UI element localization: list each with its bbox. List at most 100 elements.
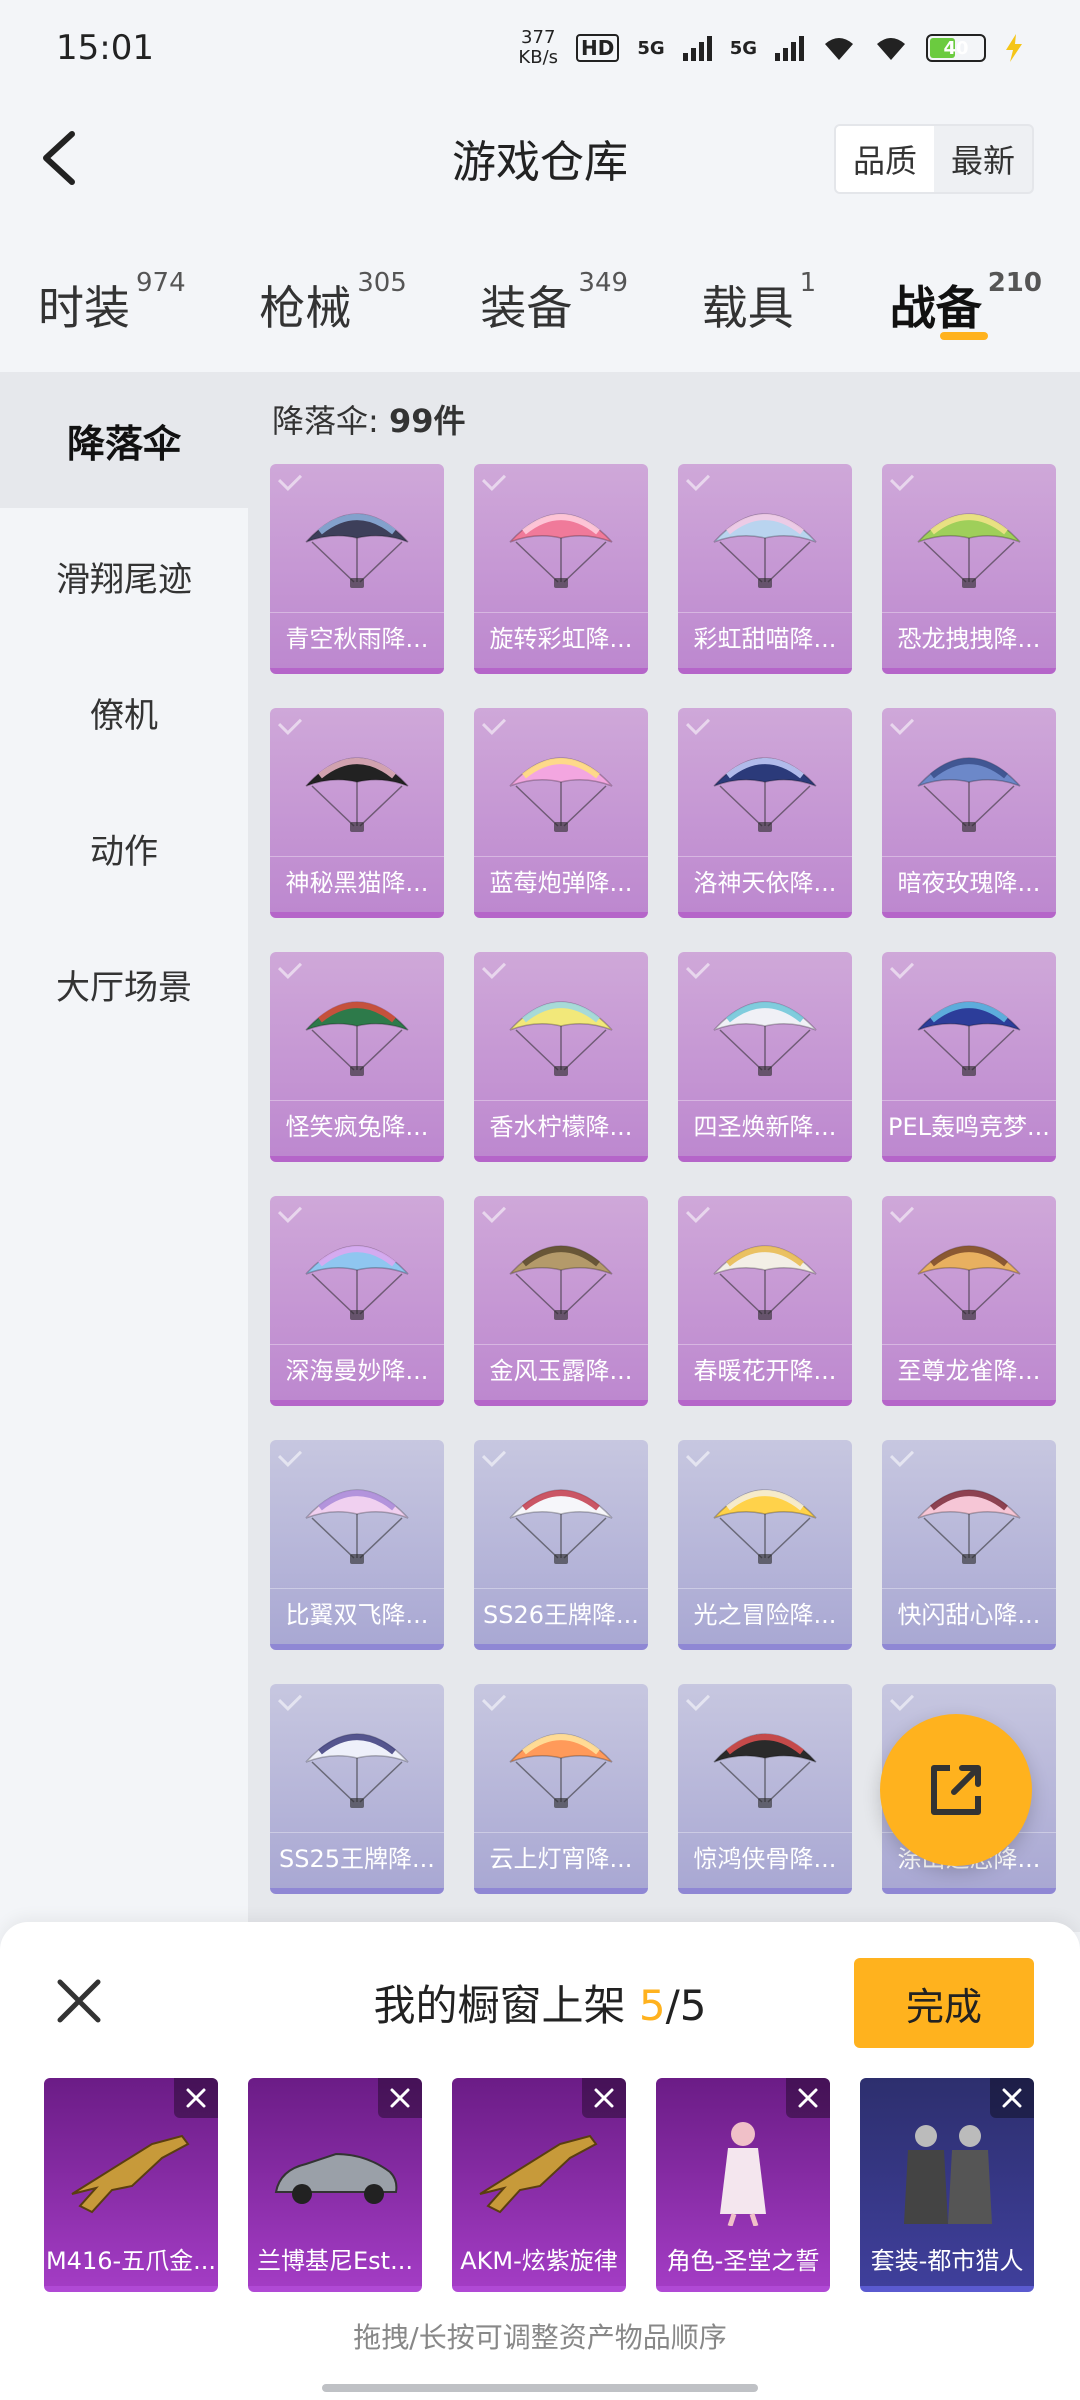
status-time: 15:01	[56, 28, 154, 68]
parachute-name: 旋转彩虹降...	[474, 612, 648, 660]
sort-quality-button[interactable]: 品质	[836, 126, 934, 192]
sidebar-item-wingman[interactable]: 僚机	[0, 644, 248, 780]
check-icon	[481, 1198, 507, 1224]
sidebar-item-emote[interactable]: 动作	[0, 780, 248, 916]
remove-icon[interactable]	[582, 2078, 626, 2118]
check-icon	[685, 466, 711, 492]
check-icon	[277, 1198, 303, 1224]
check-icon	[277, 1442, 303, 1468]
done-button[interactable]: 完成	[854, 1958, 1034, 2048]
showcase-item[interactable]: AKM-炫紫旋律	[452, 2078, 626, 2292]
parachute-card[interactable]: 香水柠檬降...	[474, 952, 648, 1162]
parachute-card[interactable]: 光之冒险降...	[678, 1440, 852, 1650]
category-tabs: 时装 974 枪械 305 装备 349 载具 1 战备 210	[0, 250, 1080, 370]
parachute-name: 春暖花开降...	[678, 1344, 852, 1392]
check-icon	[889, 466, 915, 492]
showcase-item-name: 套装-都市猎人	[870, 2247, 1024, 2275]
battery-icon: 40	[926, 34, 986, 62]
check-icon	[277, 466, 303, 492]
header: 游戏仓库 品质 最新	[0, 96, 1080, 222]
sidebar-item-lobby-scene[interactable]: 大厅场景	[0, 916, 248, 1052]
parachute-icon	[713, 1733, 817, 1808]
parachute-card[interactable]: 云上灯宵降...	[474, 1684, 648, 1894]
sort-toggle: 品质 最新	[834, 124, 1034, 194]
share-button[interactable]	[880, 1714, 1032, 1866]
tab-fashion[interactable]: 时装 974	[38, 250, 186, 350]
signal-icon-2	[775, 35, 804, 61]
parachute-card[interactable]: PEL轰鸣竞梦...	[882, 952, 1056, 1162]
parachute-card[interactable]: 快闪甜心降...	[882, 1440, 1056, 1650]
parachute-name: SS26王牌降...	[474, 1588, 648, 1636]
parachute-card[interactable]: 四圣焕新降...	[678, 952, 852, 1162]
parachute-name: 洛神天依降...	[678, 856, 852, 904]
parachute-card[interactable]: 比翼双飞降...	[270, 1440, 444, 1650]
parachute-card[interactable]: 怪笑疯兔降...	[270, 952, 444, 1162]
check-icon	[277, 1686, 303, 1712]
remove-icon[interactable]	[990, 2078, 1034, 2118]
parachute-card[interactable]: 深海曼妙降...	[270, 1196, 444, 1406]
parachute-card[interactable]: 金风玉露降...	[474, 1196, 648, 1406]
showcase-item[interactable]: 套装-都市猎人	[860, 2078, 1034, 2292]
showcase-item-name: M416-五爪金...	[45, 2247, 217, 2275]
parachute-name: 怪笑疯兔降...	[270, 1100, 444, 1148]
parachute-icon	[509, 757, 613, 832]
parachute-icon	[509, 1733, 613, 1808]
item-grid: 青空秋雨降... 旋转彩虹降... 彩虹甜喵降... 恐龙拽拽降... 神秘黑猫降...…	[270, 464, 1056, 1894]
parachute-icon	[305, 1245, 409, 1320]
parachute-card[interactable]: 恐龙拽拽降...	[882, 464, 1056, 674]
sidebar-item-parachute[interactable]: 降落伞	[0, 372, 248, 508]
check-icon	[277, 954, 303, 980]
showcase-item[interactable]: M416-五爪金...	[44, 2078, 218, 2292]
parachute-card[interactable]: 至尊龙雀降...	[882, 1196, 1056, 1406]
parachute-card[interactable]: 洛神天依降...	[678, 708, 852, 918]
parachute-card[interactable]: 惊鸿侠骨降...	[678, 1684, 852, 1894]
parachute-name: 惊鸿侠骨降...	[678, 1832, 852, 1880]
check-icon	[685, 1198, 711, 1224]
showcase-item[interactable]: 角色-圣堂之誓	[656, 2078, 830, 2292]
parachute-icon	[509, 1489, 613, 1564]
remove-icon[interactable]	[174, 2078, 218, 2118]
parachute-card[interactable]: 春暖花开降...	[678, 1196, 852, 1406]
status-bar: 15:01 377 KB/s HD 5G 5G 40	[0, 0, 1080, 96]
net-speed: 377 KB/s	[518, 27, 559, 68]
parachute-icon	[509, 513, 613, 588]
tab-battle-gear[interactable]: 战备 210	[890, 250, 1042, 350]
check-icon	[889, 954, 915, 980]
car-icon	[274, 2152, 398, 2204]
parachute-name: 彩虹甜喵降...	[678, 612, 852, 660]
check-icon	[481, 466, 507, 492]
tab-equipment[interactable]: 装备 349	[480, 250, 628, 350]
parachute-icon	[917, 1001, 1021, 1076]
rifle-icon	[479, 2134, 598, 2214]
parachute-card[interactable]: 蓝莓炮弹降...	[474, 708, 648, 918]
tab-vehicles[interactable]: 载具 1	[702, 250, 817, 350]
tab-firearms[interactable]: 枪械 305	[259, 250, 407, 350]
check-icon	[481, 954, 507, 980]
showcase-item[interactable]: 兰博基尼Est...	[248, 2078, 422, 2292]
sidebar-item-glide-trail[interactable]: 滑翔尾迹	[0, 508, 248, 644]
showcase-sheet: 我的橱窗上架 5/5 完成 M416-五爪金... 兰博基尼Est... AKM-炫…	[0, 1922, 1080, 2400]
parachute-icon	[713, 513, 817, 588]
parachute-icon	[713, 1489, 817, 1564]
parachute-card[interactable]: 青空秋雨降...	[270, 464, 444, 674]
parachute-card[interactable]: 神秘黑猫降...	[270, 708, 444, 918]
parachute-icon	[917, 513, 1021, 588]
parachute-icon	[917, 1489, 1021, 1564]
remove-icon[interactable]	[378, 2078, 422, 2118]
parachute-name: 云上灯宵降...	[474, 1832, 648, 1880]
item-panel: 降落伞: 99件 青空秋雨降... 旋转彩虹降... 彩虹甜喵降... 恐龙拽拽降..…	[248, 372, 1080, 1932]
parachute-card[interactable]: 彩虹甜喵降...	[678, 464, 852, 674]
parachute-icon	[305, 1489, 409, 1564]
check-icon	[685, 1442, 711, 1468]
parachute-card[interactable]: 暗夜玫瑰降...	[882, 708, 1056, 918]
home-indicator[interactable]	[322, 2384, 758, 2392]
parachute-name: 至尊龙雀降...	[882, 1344, 1056, 1392]
parachute-name: SS25王牌降...	[270, 1832, 444, 1880]
parachute-card[interactable]: 旋转彩虹降...	[474, 464, 648, 674]
parachute-icon	[305, 757, 409, 832]
parachute-card[interactable]: SS26王牌降...	[474, 1440, 648, 1650]
parachute-card[interactable]: SS25王牌降...	[270, 1684, 444, 1894]
remove-icon[interactable]	[786, 2078, 830, 2118]
parachute-name: 暗夜玫瑰降...	[882, 856, 1056, 904]
sort-latest-button[interactable]: 最新	[934, 126, 1032, 192]
